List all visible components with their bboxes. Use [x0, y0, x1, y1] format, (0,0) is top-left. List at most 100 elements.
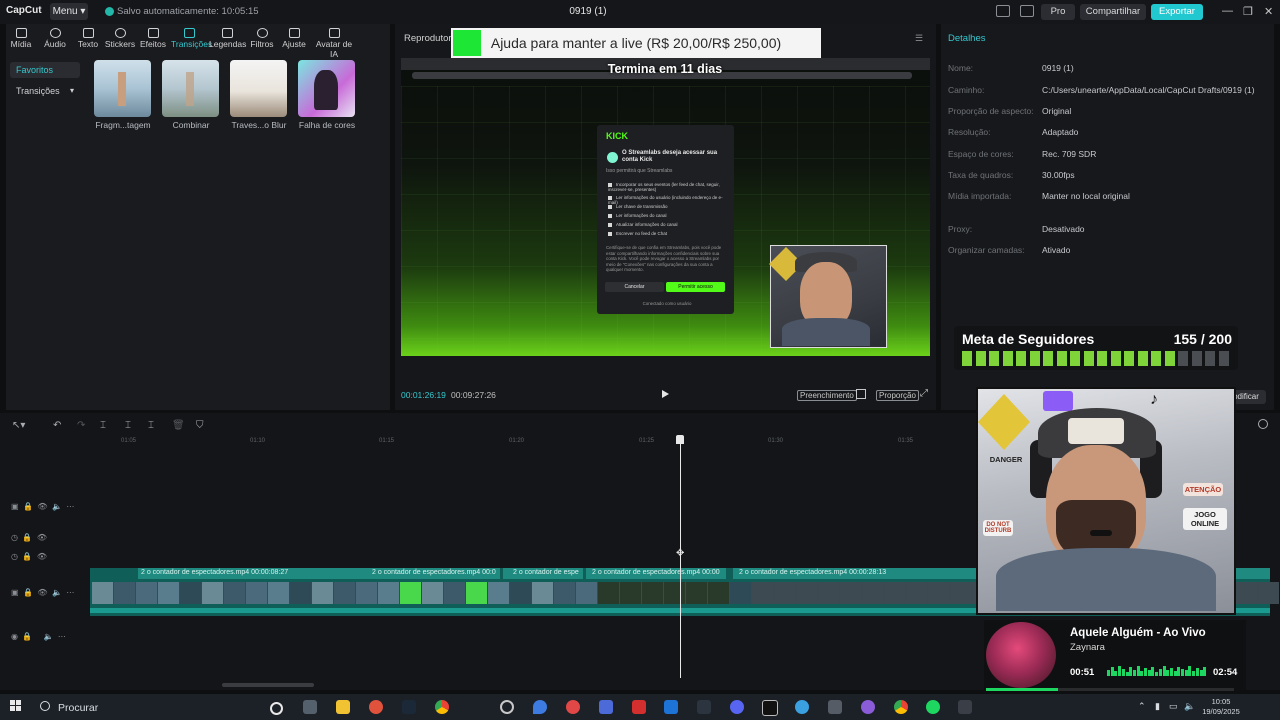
trim-left-icon[interactable]: ⌶	[125, 420, 131, 431]
equalizer-bar	[1181, 669, 1184, 676]
app-icon[interactable]	[697, 700, 711, 714]
tool-filters[interactable]: Filtros	[244, 28, 280, 49]
screenshot-icon[interactable]	[856, 389, 866, 399]
chrome-icon[interactable]	[435, 700, 449, 714]
outlook-icon[interactable]	[664, 700, 678, 714]
media-icon	[15, 28, 27, 38]
clip-frame	[400, 582, 421, 604]
volume-icon[interactable]: 🔈	[1184, 701, 1195, 712]
tool-ai-avatar[interactable]: Avatar de IA	[312, 28, 356, 59]
track-controls[interactable]: ▣ 🔒 👁 🔈 ⋯	[11, 502, 74, 511]
dialog-allow-button[interactable]: Permitir acesso	[666, 282, 725, 292]
transition-thumb-blur[interactable]	[230, 60, 287, 117]
tool-stickers[interactable]: Stickers	[102, 28, 138, 49]
clip-frame	[356, 582, 377, 604]
playhead-handle[interactable]	[676, 435, 684, 444]
clip-frame	[488, 582, 509, 604]
task-view-icon[interactable]	[303, 700, 317, 714]
detail-value: 30.00fps	[1042, 170, 1075, 180]
dialog-cancel-button[interactable]: Cancelar	[605, 282, 664, 292]
tool-transitions[interactable]: Transições	[171, 28, 212, 49]
clip-frame	[598, 582, 619, 604]
track-controls[interactable]: ◷ 🔒 👁	[11, 552, 47, 561]
tool-captions[interactable]: Legendas	[209, 28, 246, 49]
fill-button[interactable]: Preenchimento	[797, 390, 857, 401]
discord-icon[interactable]	[730, 700, 744, 714]
equalizer-bar	[1147, 670, 1151, 676]
spotify-icon[interactable]	[926, 700, 940, 714]
dialog-footer: Conectado como usuário	[642, 301, 692, 306]
track-controls[interactable]: ◉ 🔒 🔈 ⋯	[11, 632, 66, 641]
equalizer-bar	[1195, 668, 1199, 676]
delete-icon[interactable]: 🗑	[172, 420, 185, 431]
clip-frame	[334, 582, 355, 604]
tool-adjust[interactable]: Ajuste	[276, 28, 312, 49]
pro-button[interactable]: Pro	[1041, 4, 1075, 20]
donation-ends-text: Termina em 11 dias	[607, 62, 723, 76]
panel-icon[interactable]	[1020, 5, 1034, 17]
network-icon[interactable]: ▭	[1169, 701, 1178, 712]
app-icon[interactable]	[828, 700, 842, 714]
fullscreen-icon[interactable]: ⤢	[920, 388, 928, 399]
app-icon[interactable]	[632, 700, 646, 714]
app-icon[interactable]	[861, 700, 875, 714]
windows-start-icon[interactable]	[10, 700, 22, 712]
minimize-icon[interactable]: —	[1222, 5, 1233, 17]
ratio-button[interactable]: Proporção	[876, 390, 919, 401]
app-icon[interactable]	[566, 700, 580, 714]
track-controls[interactable]: ▣ 🔒 👁 🔈 ⋯	[11, 588, 74, 597]
clip-frame	[840, 582, 861, 604]
timeline-scrollbar[interactable]	[222, 683, 314, 687]
maximize-icon[interactable]: ❐	[1243, 5, 1253, 18]
category-transitions[interactable]: Transições ▾	[10, 83, 80, 99]
transition-label: Combinar	[172, 120, 210, 130]
tray-chevron-icon[interactable]: ⌃	[1138, 701, 1146, 712]
clip-frame	[1236, 582, 1257, 604]
steam-icon[interactable]	[402, 700, 416, 714]
goal-segment	[1218, 351, 1229, 366]
taskbar-search[interactable]: Procurar	[58, 702, 98, 714]
app-icon[interactable]	[795, 700, 809, 714]
export-button[interactable]: Exportar	[1151, 4, 1203, 20]
capcut-icon[interactable]	[958, 700, 972, 714]
clip-frame	[180, 582, 201, 604]
taskbar-clock[interactable]: 10:05 19/09/2025	[1201, 697, 1241, 717]
clip-label: 2 o contador de espectadores.mp4 00:0	[372, 569, 496, 576]
close-icon[interactable]: ✕	[1264, 5, 1273, 18]
app-icon[interactable]	[599, 700, 613, 714]
equalizer-bar	[1192, 671, 1196, 676]
file-explorer-icon[interactable]	[336, 700, 350, 714]
zoom-icon[interactable]	[1258, 419, 1268, 429]
browser-icon[interactable]	[369, 700, 383, 714]
menu-button[interactable]: Menu ▾	[50, 3, 88, 20]
share-button[interactable]: Compartilhar	[1080, 4, 1146, 20]
tool-text[interactable]: Texto	[70, 28, 106, 49]
obs-icon[interactable]	[500, 700, 514, 714]
category-favorites[interactable]: Favoritos	[10, 62, 80, 78]
mic-icon[interactable]: ▮	[1155, 701, 1160, 712]
detail-value: Desativado	[1042, 224, 1085, 234]
cortana-icon[interactable]	[270, 702, 283, 715]
trim-right-icon[interactable]: ⌶	[148, 420, 154, 431]
chrome-icon[interactable]	[894, 700, 908, 714]
detail-label: Organizar camadas:	[948, 245, 1025, 255]
redo-icon[interactable]: ↷	[77, 420, 85, 431]
app-icon[interactable]	[533, 700, 547, 714]
goal-segment	[1110, 351, 1121, 366]
tool-audio[interactable]: Áudio	[37, 28, 73, 49]
tool-media[interactable]: Mídia	[3, 28, 39, 49]
track-controls[interactable]: ◷ 🔒 👁	[11, 533, 47, 542]
select-tool-icon[interactable]: ↖▾	[12, 420, 25, 431]
clip-frame	[576, 582, 597, 604]
layout-icon[interactable]	[996, 5, 1010, 17]
marker-icon[interactable]: ⛉	[196, 420, 204, 431]
detail-value: Manter no local original	[1042, 191, 1130, 201]
undo-icon[interactable]: ↶	[53, 420, 61, 431]
play-icon[interactable]	[662, 390, 669, 398]
split-icon[interactable]: ⌶	[100, 420, 106, 431]
tool-effects[interactable]: Efeitos	[135, 28, 171, 49]
epic-games-icon[interactable]	[762, 700, 778, 716]
menu-icon[interactable]: ☰	[915, 33, 923, 44]
transition-label: Traves...o Blur	[231, 120, 287, 130]
equalizer-bar	[1155, 672, 1159, 676]
